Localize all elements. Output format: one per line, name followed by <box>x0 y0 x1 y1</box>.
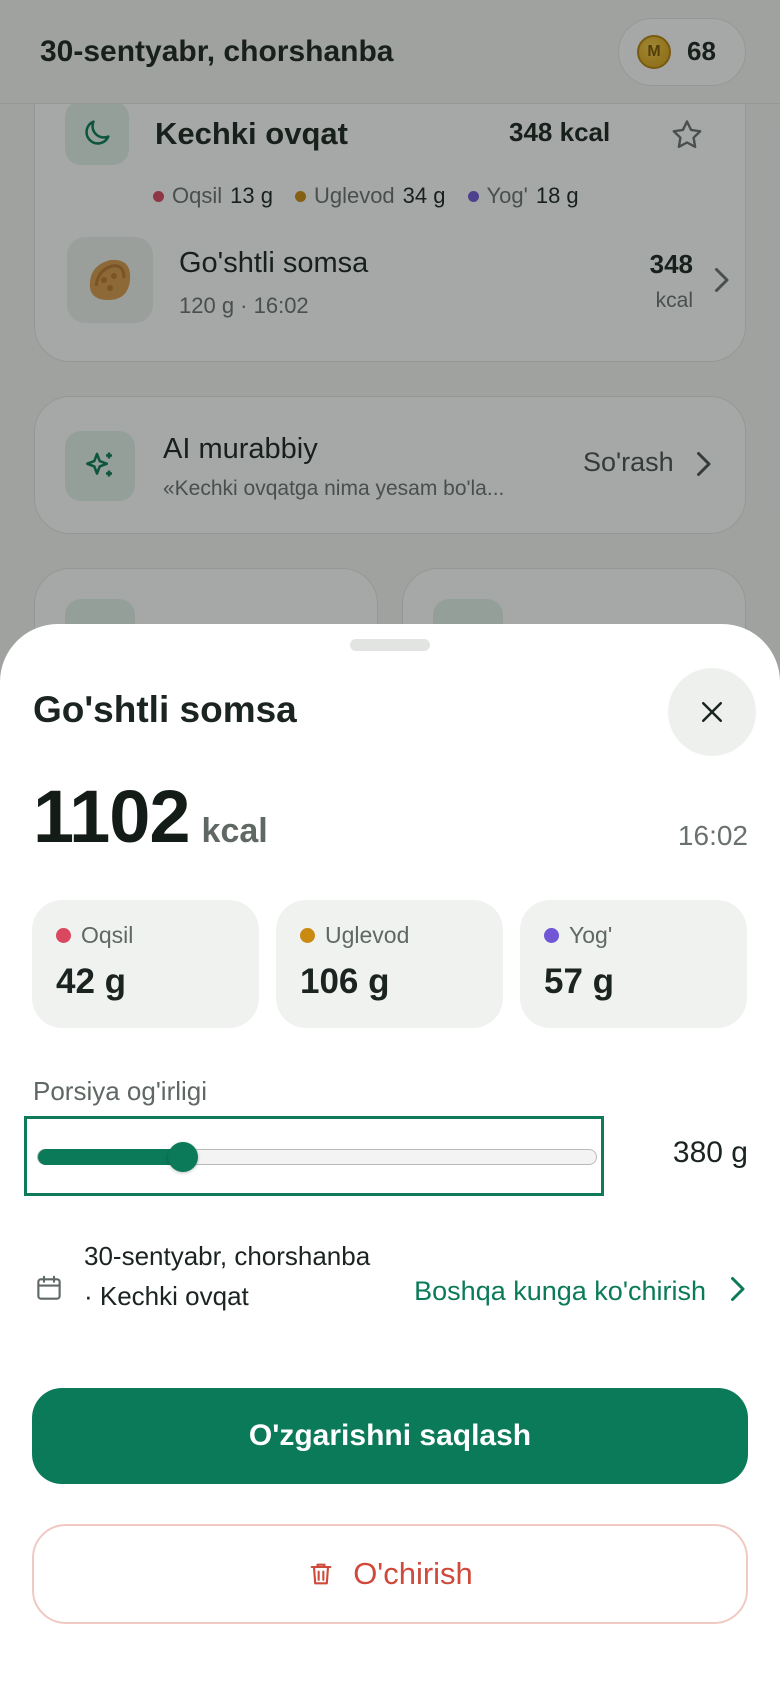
sheet-title: Go'shtli somsa <box>33 689 297 730</box>
portion-value: 380 g <box>672 1136 748 1169</box>
macro-value: 106 g <box>300 962 390 1001</box>
meal-date-text: 30-sentyabr, chorshanba · Kechki ovqat <box>84 1241 371 1311</box>
meal-date-row: 30-sentyabr, chorshanba · Kechki ovqat B… <box>34 1230 746 1354</box>
macro-value: 42 g <box>56 962 127 1001</box>
close-icon <box>702 702 722 722</box>
macro-label: Yog' <box>569 922 613 948</box>
macro-tile-fat: Yog' 57 g <box>520 900 747 1028</box>
calories-display: 1102 kcal <box>33 774 268 859</box>
sheet-handle[interactable] <box>350 639 430 651</box>
macro-label: Uglevod <box>325 922 410 948</box>
macro-tile-carbs: Uglevod 106 g <box>276 900 503 1028</box>
slider-track[interactable] <box>37 1148 597 1165</box>
meal-time: 16:02 <box>677 820 748 851</box>
save-changes-button[interactable]: O'zgarishni saqlash <box>32 1388 748 1484</box>
close-button[interactable] <box>668 668 756 756</box>
macro-label: Oqsil <box>81 922 134 948</box>
calories-unit: kcal <box>201 812 268 850</box>
portion-slider[interactable] <box>24 1116 604 1196</box>
trash-icon <box>310 1563 332 1585</box>
delete-label: O'chirish <box>353 1556 473 1591</box>
macro-value: 57 g <box>544 962 615 1001</box>
food-edit-sheet: Go'shtli somsa 1102 kcal 16:02 Oqsil 42 … <box>0 624 780 1688</box>
chevron-right-icon[interactable] <box>728 1274 746 1309</box>
slider-thumb[interactable] <box>167 1142 198 1172</box>
delete-button[interactable]: O'chirish <box>32 1524 748 1624</box>
calories-value: 1102 <box>33 775 191 858</box>
macro-tile-protein: Oqsil 42 g <box>32 900 259 1028</box>
calendar-icon <box>34 1272 64 1309</box>
portion-label: Porsiya og'irligi <box>33 1076 208 1106</box>
move-to-another-day-link[interactable]: Boshqa kunga ko'chirish <box>414 1276 706 1307</box>
macro-tiles: Oqsil 42 g Uglevod 106 g Yog' 57 g <box>32 900 747 1028</box>
